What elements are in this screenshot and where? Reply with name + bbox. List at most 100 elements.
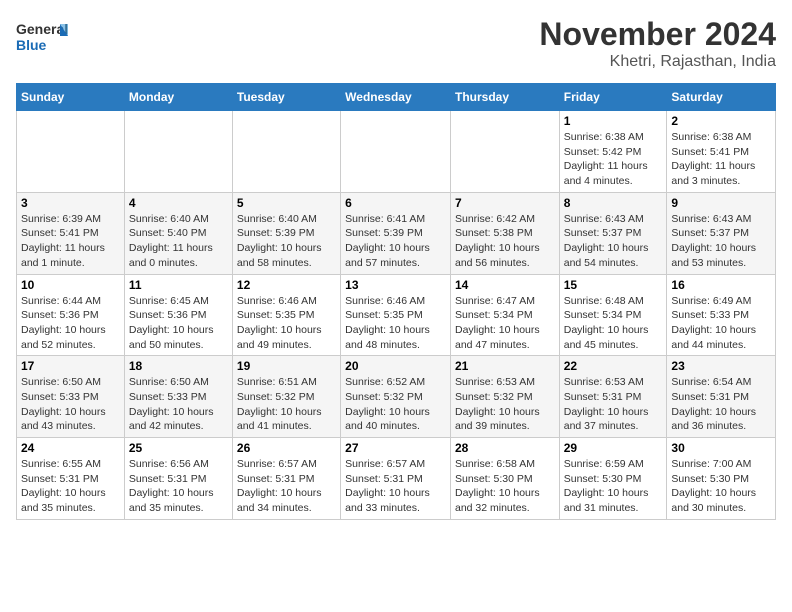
day-info: Sunrise: 6:39 AM Sunset: 5:41 PM Dayligh… [21, 212, 120, 271]
day-info: Sunrise: 6:42 AM Sunset: 5:38 PM Dayligh… [455, 212, 555, 271]
day-number: 8 [564, 196, 663, 210]
day-info: Sunrise: 6:50 AM Sunset: 5:33 PM Dayligh… [129, 375, 228, 434]
weekday-header-sunday: Sunday [17, 84, 125, 111]
weekday-header-wednesday: Wednesday [341, 84, 451, 111]
calendar-cell: 19Sunrise: 6:51 AM Sunset: 5:32 PM Dayli… [232, 356, 340, 438]
weekday-header-thursday: Thursday [450, 84, 559, 111]
day-info: Sunrise: 6:56 AM Sunset: 5:31 PM Dayligh… [129, 457, 228, 516]
day-number: 23 [671, 359, 771, 373]
calendar-cell: 8 Sunrise: 6:43 AM Sunset: 5:37 PM Daylig… [559, 192, 667, 274]
day-number: 21 [455, 359, 555, 373]
calendar-cell: 20 Sunrise: 6:52 AM Sunset: 5:32 PM Dayli… [341, 356, 451, 438]
day-info: Sunrise: 6:50 AM Sunset: 5:33 PM Dayligh… [21, 375, 120, 434]
calendar-cell: 6 Sunrise: 6:41 AM Sunset: 5:39 PM Daylig… [341, 192, 451, 274]
day-number: 6 [345, 196, 446, 210]
day-info: Sunrise: 6:44 AM Sunset: 5:36 PM Dayligh… [21, 294, 120, 353]
day-number: 14 [455, 278, 555, 292]
week-row-4: 17 Sunrise: 6:50 AM Sunset: 5:33 PM Dayli… [17, 356, 776, 438]
calendar-cell: 25 Sunrise: 6:56 AM Sunset: 5:31 PM Dayli… [124, 438, 232, 520]
calendar-cell [17, 111, 125, 193]
calendar-cell: 16 Sunrise: 6:49 AM Sunset: 5:33 PM Dayli… [667, 274, 776, 356]
calendar-cell: 12Sunrise: 6:46 AM Sunset: 5:35 PM Dayli… [232, 274, 340, 356]
calendar-cell: 14 Sunrise: 6:47 AM Sunset: 5:34 PM Dayli… [450, 274, 559, 356]
location-title: Khetri, Rajasthan, India [539, 53, 776, 71]
day-number: 10 [21, 278, 120, 292]
day-info: Sunrise: 6:47 AM Sunset: 5:34 PM Dayligh… [455, 294, 555, 353]
day-number: 29 [564, 441, 663, 455]
calendar-cell [341, 111, 451, 193]
calendar-cell: 1 Sunrise: 6:38 AM Sunset: 5:42 PM Daylig… [559, 111, 667, 193]
day-info: Sunrise: 6:57 AM Sunset: 5:31 PM Dayligh… [345, 457, 446, 516]
calendar-cell: 3 Sunrise: 6:39 AM Sunset: 5:41 PM Daylig… [17, 192, 125, 274]
day-info: Sunrise: 6:51 AM Sunset: 5:32 PM Dayligh… [237, 375, 336, 434]
calendar-cell: 30Sunrise: 7:00 AM Sunset: 5:30 PM Dayli… [667, 438, 776, 520]
week-row-5: 24 Sunrise: 6:55 AM Sunset: 5:31 PM Dayli… [17, 438, 776, 520]
week-row-3: 10 Sunrise: 6:44 AM Sunset: 5:36 PM Dayli… [17, 274, 776, 356]
calendar-cell: 22Sunrise: 6:53 AM Sunset: 5:31 PM Dayli… [559, 356, 667, 438]
day-info: Sunrise: 6:53 AM Sunset: 5:31 PM Dayligh… [564, 375, 663, 434]
calendar-cell: 7 Sunrise: 6:42 AM Sunset: 5:38 PM Daylig… [450, 192, 559, 274]
day-number: 20 [345, 359, 446, 373]
day-number: 4 [129, 196, 228, 210]
day-info: Sunrise: 6:43 AM Sunset: 5:37 PM Dayligh… [564, 212, 663, 271]
day-number: 16 [671, 278, 771, 292]
day-number: 7 [455, 196, 555, 210]
day-number: 2 [671, 114, 771, 128]
day-info: Sunrise: 6:41 AM Sunset: 5:39 PM Dayligh… [345, 212, 446, 271]
calendar-cell: 28Sunrise: 6:58 AM Sunset: 5:30 PM Dayli… [450, 438, 559, 520]
week-row-2: 3 Sunrise: 6:39 AM Sunset: 5:41 PM Daylig… [17, 192, 776, 274]
calendar-cell: 29Sunrise: 6:59 AM Sunset: 5:30 PM Dayli… [559, 438, 667, 520]
week-row-1: 1 Sunrise: 6:38 AM Sunset: 5:42 PM Daylig… [17, 111, 776, 193]
weekday-header-saturday: Saturday [667, 84, 776, 111]
calendar-cell: 27Sunrise: 6:57 AM Sunset: 5:31 PM Dayli… [341, 438, 451, 520]
day-number: 18 [129, 359, 228, 373]
day-number: 30 [671, 441, 771, 455]
calendar-cell: 4Sunrise: 6:40 AM Sunset: 5:40 PM Daylig… [124, 192, 232, 274]
month-title: November 2024 [539, 16, 776, 53]
day-info: Sunrise: 6:53 AM Sunset: 5:32 PM Dayligh… [455, 375, 555, 434]
day-info: Sunrise: 6:49 AM Sunset: 5:33 PM Dayligh… [671, 294, 771, 353]
calendar-cell: 23Sunrise: 6:54 AM Sunset: 5:31 PM Dayli… [667, 356, 776, 438]
day-number: 26 [237, 441, 336, 455]
day-number: 3 [21, 196, 120, 210]
calendar-cell [450, 111, 559, 193]
day-info: Sunrise: 6:55 AM Sunset: 5:31 PM Dayligh… [21, 457, 120, 516]
day-info: Sunrise: 6:46 AM Sunset: 5:35 PM Dayligh… [345, 294, 446, 353]
day-number: 25 [129, 441, 228, 455]
calendar-cell [232, 111, 340, 193]
weekday-header-row: SundayMondayTuesdayWednesdayThursdayFrid… [17, 84, 776, 111]
calendar-table: SundayMondayTuesdayWednesdayThursdayFrid… [16, 83, 776, 520]
day-number: 28 [455, 441, 555, 455]
calendar-cell: 11 Sunrise: 6:45 AM Sunset: 5:36 PM Dayli… [124, 274, 232, 356]
calendar-cell [124, 111, 232, 193]
calendar-cell: 2 Sunrise: 6:38 AM Sunset: 5:41 PM Daylig… [667, 111, 776, 193]
calendar-cell: 9Sunrise: 6:43 AM Sunset: 5:37 PM Daylig… [667, 192, 776, 274]
day-info: Sunrise: 6:38 AM Sunset: 5:42 PM Dayligh… [564, 130, 663, 189]
calendar-cell: 13 Sunrise: 6:46 AM Sunset: 5:35 PM Dayli… [341, 274, 451, 356]
day-number: 13 [345, 278, 446, 292]
logo: General Blue [16, 16, 68, 56]
day-info: Sunrise: 6:45 AM Sunset: 5:36 PM Dayligh… [129, 294, 228, 353]
day-number: 1 [564, 114, 663, 128]
day-number: 17 [21, 359, 120, 373]
calendar-cell: 15Sunrise: 6:48 AM Sunset: 5:34 PM Dayli… [559, 274, 667, 356]
page-header: General Blue November 2024 Khetri, Rajas… [16, 16, 776, 71]
calendar-cell: 18 Sunrise: 6:50 AM Sunset: 5:33 PM Dayli… [124, 356, 232, 438]
day-info: Sunrise: 6:38 AM Sunset: 5:41 PM Dayligh… [671, 130, 771, 189]
day-number: 9 [671, 196, 771, 210]
day-number: 24 [21, 441, 120, 455]
calendar-cell: 10 Sunrise: 6:44 AM Sunset: 5:36 PM Dayli… [17, 274, 125, 356]
day-info: Sunrise: 6:52 AM Sunset: 5:32 PM Dayligh… [345, 375, 446, 434]
day-info: Sunrise: 6:46 AM Sunset: 5:35 PM Dayligh… [237, 294, 336, 353]
calendar-cell: 5Sunrise: 6:40 AM Sunset: 5:39 PM Daylig… [232, 192, 340, 274]
day-number: 11 [129, 278, 228, 292]
title-block: November 2024 Khetri, Rajasthan, India [539, 16, 776, 71]
day-number: 5 [237, 196, 336, 210]
weekday-header-tuesday: Tuesday [232, 84, 340, 111]
calendar-cell: 24 Sunrise: 6:55 AM Sunset: 5:31 PM Dayli… [17, 438, 125, 520]
calendar-cell: 21 Sunrise: 6:53 AM Sunset: 5:32 PM Dayli… [450, 356, 559, 438]
calendar-cell: 26 Sunrise: 6:57 AM Sunset: 5:31 PM Dayli… [232, 438, 340, 520]
logo-icon: General Blue [16, 16, 68, 56]
day-info: Sunrise: 6:57 AM Sunset: 5:31 PM Dayligh… [237, 457, 336, 516]
weekday-header-monday: Monday [124, 84, 232, 111]
